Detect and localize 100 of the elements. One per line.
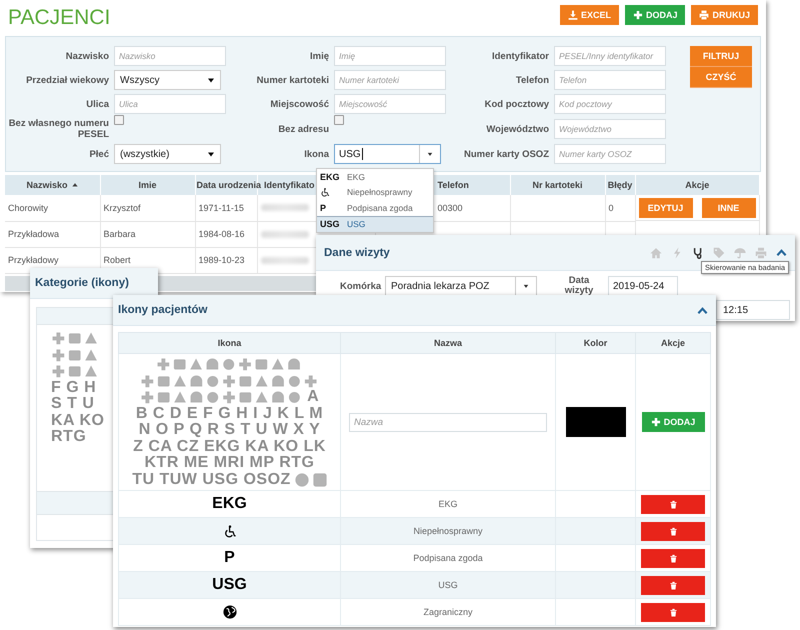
- text-field[interactable]: Ulica: [114, 94, 226, 114]
- delete-button[interactable]: [641, 602, 705, 622]
- dropdown-option[interactable]: EKG EKG: [317, 169, 433, 184]
- text-field[interactable]: Miejscowość: [334, 94, 446, 114]
- select-field[interactable]: Wszyscy: [114, 70, 221, 90]
- icon-letter[interactable]: A: [307, 388, 320, 406]
- wheelchair-icon: [222, 524, 236, 538]
- trash-icon: [668, 500, 678, 508]
- chevron-up-icon[interactable]: [776, 247, 787, 258]
- column-header[interactable]: Imie: [138, 180, 156, 190]
- table-cell: Przykładowa: [8, 229, 60, 239]
- text-field[interactable]: Nazwisko: [114, 46, 226, 66]
- stethoscope-icon[interactable]: [692, 246, 704, 258]
- icon-letters[interactable]: B C D E F G H I J K L M: [136, 404, 324, 423]
- caret-icon: [523, 283, 529, 289]
- caret-icon: [207, 150, 215, 158]
- printer-icon[interactable]: [755, 246, 767, 258]
- time-field[interactable]: 12:15: [716, 300, 790, 320]
- field-label: Data wizyty: [564, 276, 594, 296]
- dropdown-option[interactable]: USG USG: [317, 216, 433, 232]
- table-cell: EKG: [438, 499, 458, 509]
- select-field[interactable]: Poradnia lekarza POZ: [385, 276, 537, 296]
- text-field[interactable]: Numer kartoteki: [334, 70, 446, 90]
- plus-icon: [632, 10, 643, 20]
- tag-icon[interactable]: [713, 246, 725, 258]
- panel-title: Dane wizyty: [324, 246, 390, 258]
- icon-letters[interactable]: KTR ME MRI MP RTG: [144, 454, 314, 472]
- table-cell: 1984-08-16: [198, 229, 245, 239]
- field-label: Telefon: [514, 74, 549, 86]
- table-cell: Podpisana zgoda: [413, 553, 483, 563]
- delete-button[interactable]: [641, 522, 705, 540]
- checkbox[interactable]: [334, 115, 344, 125]
- trash-icon: [668, 608, 678, 616]
- table-cell: Barbara: [104, 229, 136, 239]
- trash-icon: [668, 580, 678, 590]
- dropdown-option[interactable]: P Podpisana zgoda: [317, 200, 433, 216]
- text-field[interactable]: Numer karty OSOZ: [554, 144, 666, 164]
- table-cell: Zagraniczny: [423, 607, 473, 617]
- checkbox[interactable]: [114, 115, 124, 125]
- column-header: Kolor: [584, 338, 608, 348]
- field-label: Ikona: [303, 148, 329, 160]
- table-cell: Krzysztof: [104, 202, 141, 213]
- table-cell: 1971-11-15: [198, 202, 244, 213]
- delete-button[interactable]: [641, 548, 705, 568]
- field-label: Numer karty OSOZ: [463, 148, 549, 160]
- text-field[interactable]: Telefon: [554, 70, 666, 90]
- umbrella-icon[interactable]: [734, 246, 746, 258]
- chevron-up-icon[interactable]: [697, 304, 708, 316]
- text-field[interactable]: PESEL/Inny identyfikator: [554, 46, 666, 66]
- delete-button[interactable]: [641, 494, 705, 514]
- name-field[interactable]: Nazwa: [349, 412, 547, 432]
- square-icon[interactable]: [312, 472, 327, 487]
- column-header[interactable]: Data urodzenia: [196, 180, 262, 190]
- icon-letters[interactable]: Z CA CZ EKG KA KO LK: [133, 438, 326, 456]
- field-label: Kod pocztowy: [484, 98, 549, 110]
- lightning-icon[interactable]: [671, 246, 683, 258]
- home-icon[interactable]: [650, 246, 662, 258]
- icon-letters[interactable]: TU TUW USG OSOZ: [132, 470, 291, 489]
- circle-icon[interactable]: [294, 472, 309, 487]
- column-header[interactable]: Akcje: [685, 180, 710, 190]
- caret-icon: [427, 151, 433, 157]
- field-label: Komórka: [340, 280, 382, 292]
- field-label: Miejscowość: [269, 98, 329, 110]
- table-cell: 00300: [438, 202, 463, 213]
- table-cell: USG: [438, 580, 458, 590]
- icon-letters[interactable]: KA KO: [51, 412, 104, 430]
- table-cell: Robert: [104, 255, 131, 265]
- icon-code: EKG: [212, 495, 247, 512]
- sort-icon[interactable]: [72, 182, 78, 188]
- color-swatch[interactable]: [566, 407, 626, 437]
- trash-icon: [668, 554, 678, 562]
- panel-title: Kategorie (ikony): [35, 277, 129, 289]
- icon-letters[interactable]: N O P Q R S T U W X Y: [138, 421, 320, 440]
- select-field[interactable]: (wszystkie): [114, 144, 221, 164]
- field-label: Bez adresu: [277, 124, 329, 134]
- icon-row-drawing: [51, 348, 100, 362]
- icon-letters[interactable]: S T U: [51, 395, 94, 414]
- table-cell: Przykładowy: [8, 255, 59, 265]
- column-header: Ikona: [218, 338, 242, 348]
- plus-icon: [650, 417, 661, 427]
- trash-icon: [668, 526, 678, 536]
- icon-letters[interactable]: RTG: [51, 428, 86, 446]
- text-field[interactable]: Imię: [334, 46, 446, 66]
- table-cell: 0: [608, 202, 614, 213]
- field-label: Bez własnego numeru PESEL: [8, 118, 109, 140]
- field-label: Przedział wiekowy: [25, 74, 109, 86]
- column-header[interactable]: Telefon: [438, 180, 469, 190]
- icon-letters[interactable]: F G H: [51, 378, 96, 397]
- field-label: Płeć: [88, 148, 109, 160]
- add-button[interactable]: DODAJ: [642, 412, 704, 432]
- text-field[interactable]: Województwo: [554, 119, 666, 139]
- date-field[interactable]: 2019-05-24: [608, 276, 678, 296]
- page-title: PACJENCI: [8, 6, 110, 30]
- caret-icon: [207, 76, 215, 84]
- delete-button[interactable]: [641, 576, 705, 594]
- dropdown-option[interactable]: Niepełnosprawny: [317, 184, 433, 200]
- field-label: Ulica: [85, 98, 109, 110]
- add-button[interactable]: DODAJ: [624, 5, 686, 25]
- text-field[interactable]: Kod pocztowy: [554, 94, 666, 114]
- combo-field[interactable]: USG: [334, 144, 441, 164]
